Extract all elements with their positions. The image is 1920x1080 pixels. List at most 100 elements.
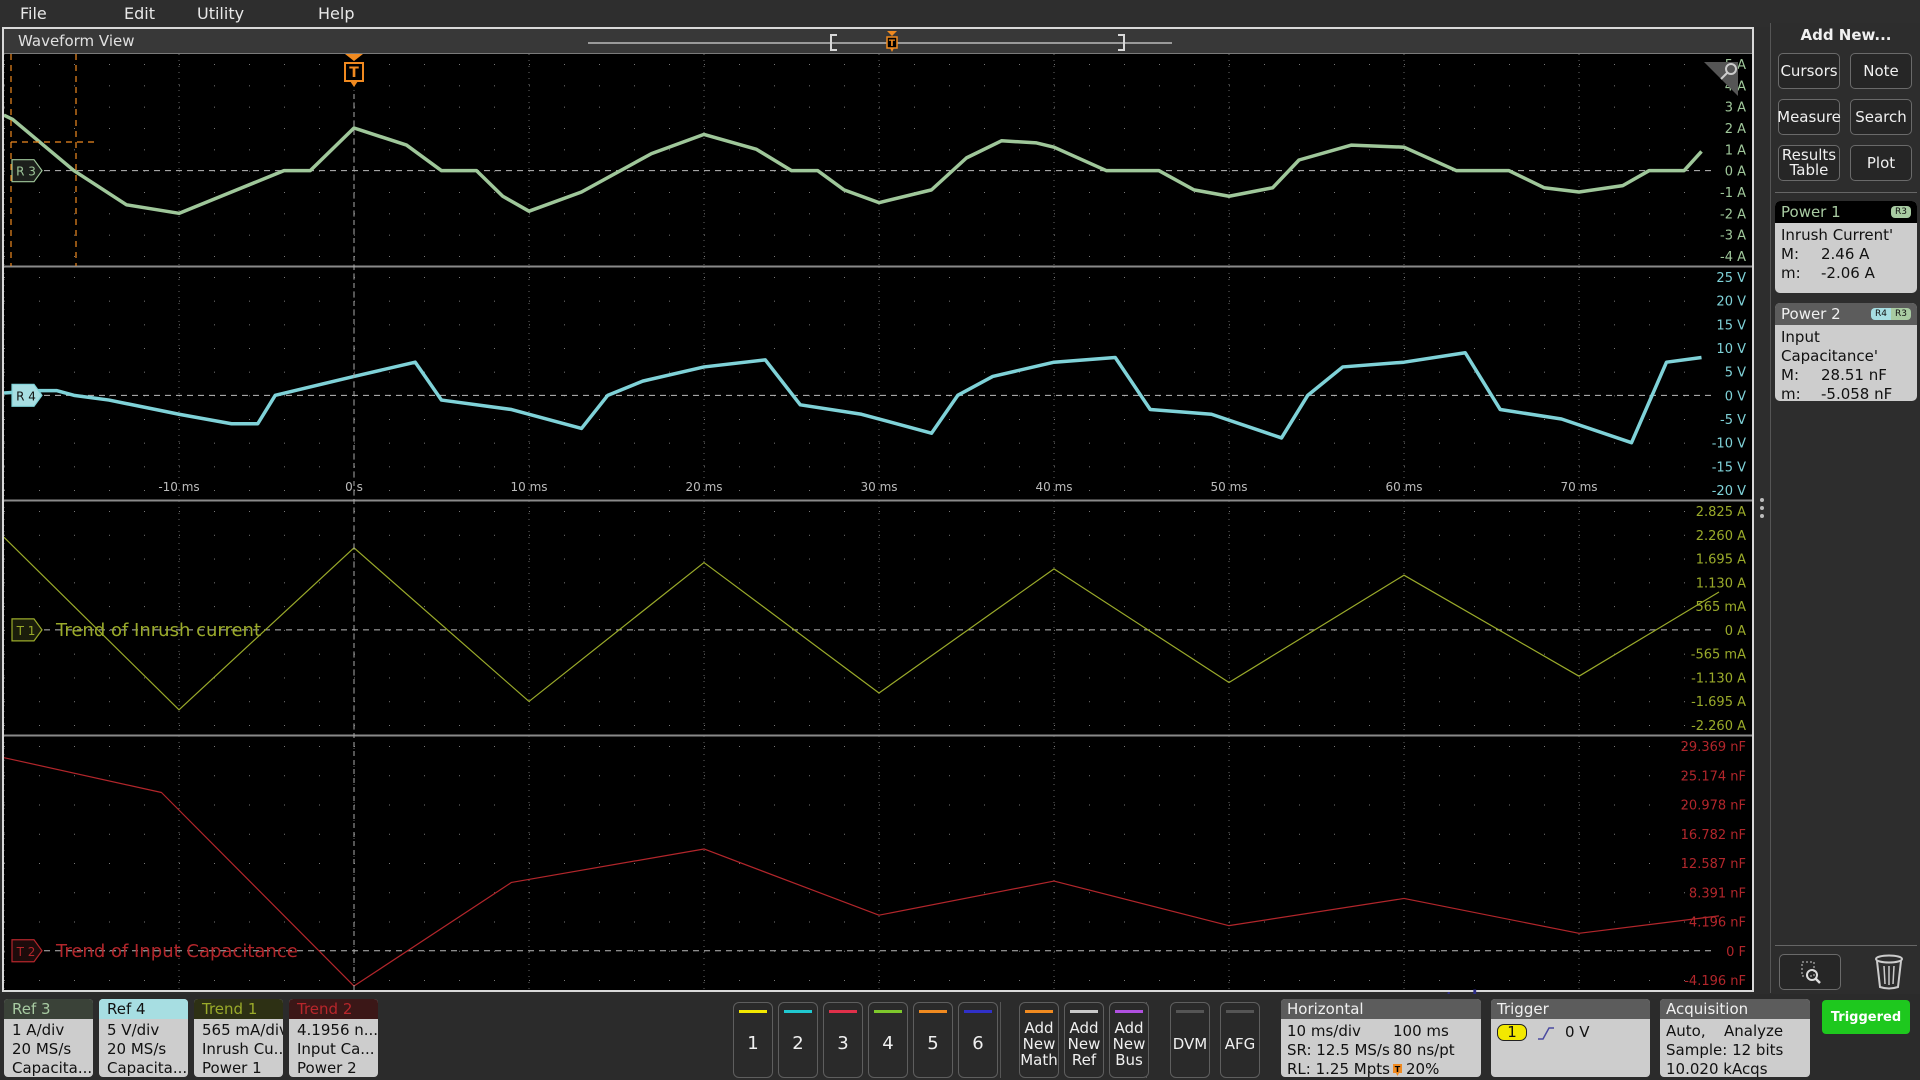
grid-dot bbox=[1299, 442, 1300, 444]
results-table-button[interactable]: Results Table bbox=[1778, 145, 1840, 181]
grid-dot bbox=[1334, 466, 1335, 468]
grid-dot bbox=[214, 64, 215, 65]
grid-dot bbox=[1194, 775, 1195, 777]
grid-dot bbox=[1439, 192, 1440, 193]
grid-dot bbox=[4, 558, 5, 560]
measurement-badge-power-1[interactable]: Power 1 R3 Inrush Current' M: 2.46 A m: -2… bbox=[1775, 201, 1917, 293]
grid-dot bbox=[739, 348, 740, 349]
waveform-view[interactable]: Waveform View T 5 A4 A3 A2 A1 A0 A-1 A-2… bbox=[2, 27, 1754, 1020]
grid-dot bbox=[669, 442, 670, 444]
grid-dot bbox=[1649, 677, 1650, 679]
note-button[interactable]: Note bbox=[1850, 53, 1912, 89]
grid-dot bbox=[984, 582, 985, 584]
menu-help[interactable]: Help bbox=[298, 4, 418, 23]
grid-dot bbox=[564, 582, 565, 584]
grid-dot bbox=[774, 277, 775, 278]
grid-dot bbox=[1264, 442, 1265, 444]
menu-edit[interactable]: Edit bbox=[104, 4, 177, 23]
add-new-ref-button[interactable]: Add New Ref bbox=[1064, 1002, 1104, 1078]
overview-bracket-left[interactable] bbox=[830, 34, 837, 51]
cursors-button[interactable]: Cursors bbox=[1778, 53, 1840, 89]
trigger-badge[interactable]: Trigger 1 0 V bbox=[1491, 999, 1650, 1077]
grid-dot bbox=[1439, 170, 1440, 172]
acquisition-badge[interactable]: Acquisition Auto, Analyze Sample: 12 bits… bbox=[1660, 999, 1810, 1077]
grid-dot bbox=[74, 701, 75, 703]
menu-utility[interactable]: Utility bbox=[177, 4, 298, 23]
grid-dot bbox=[1684, 490, 1685, 491]
grid-dot bbox=[844, 106, 845, 108]
t2-handle[interactable]: T 2 bbox=[11, 939, 43, 963]
grid-dot bbox=[1369, 300, 1370, 302]
grid-dot bbox=[214, 192, 215, 193]
pane-t1[interactable]: 2.825 A2.260 A1.695 A1.130 A565 mA0 A-56… bbox=[4, 499, 1752, 736]
channel-4-button[interactable]: 4 bbox=[868, 1002, 908, 1078]
channel-3-button[interactable]: 3 bbox=[823, 1002, 863, 1078]
add-new-math-button[interactable]: Add New Math bbox=[1019, 1002, 1059, 1078]
grid-dot bbox=[179, 725, 180, 726]
grid-dot bbox=[214, 256, 215, 257]
grid-dot bbox=[494, 128, 495, 129]
ref3-badge[interactable]: Ref 3 1 A/div 20 MS/s Capacita... bbox=[4, 999, 93, 1077]
grid-dot bbox=[389, 775, 390, 777]
grid-dot bbox=[1194, 348, 1195, 349]
pane-t2[interactable]: 29.369 nF25.174 nF20.978 nF16.782 nF12.5… bbox=[4, 734, 1752, 991]
add-new-bus-button[interactable]: Add New Bus bbox=[1109, 1002, 1149, 1078]
overview-bracket-right[interactable] bbox=[1118, 34, 1125, 51]
pane-r4[interactable]: 25 V20 V15 V10 V5 V0 V-5 V-10 V-15 V-20 … bbox=[4, 265, 1752, 501]
grid-dot bbox=[774, 106, 775, 108]
grid-dot bbox=[669, 149, 670, 151]
grid-dot bbox=[634, 804, 635, 806]
grid-dot bbox=[1474, 833, 1475, 835]
ref4-badge[interactable]: Ref 4 5 V/div 20 MS/s Capacita... bbox=[99, 999, 188, 1077]
grid-dot bbox=[1089, 256, 1090, 257]
afg-button[interactable]: AFG bbox=[1220, 1002, 1260, 1078]
trigger-status[interactable]: Triggered bbox=[1822, 1000, 1910, 1034]
pane-zoom-icon[interactable] bbox=[1704, 62, 1738, 96]
delete-button[interactable] bbox=[1873, 953, 1905, 991]
grid-dot bbox=[144, 277, 145, 278]
trace-r4[interactable] bbox=[4, 350, 1702, 445]
channel-6-button[interactable]: 6 bbox=[958, 1002, 998, 1078]
grid-dot bbox=[109, 511, 110, 512]
horizontal-badge[interactable]: Horizontal 10 ms/div 100 ms SR: 12.5 MS/… bbox=[1281, 999, 1481, 1077]
trend1-badge[interactable]: Trend 1 565 mA/div Inrush Cu... Power 1 bbox=[194, 999, 283, 1077]
grid-dot bbox=[1334, 892, 1335, 894]
r4-handle[interactable]: R 4 bbox=[11, 383, 43, 407]
grid-dot bbox=[529, 213, 530, 215]
channel-5-button[interactable]: 5 bbox=[913, 1002, 953, 1078]
plot-button[interactable]: Plot bbox=[1850, 145, 1912, 181]
measurement-badge-power-2[interactable]: Power 2 R4 R3 Input Capacitance' M: 28.51… bbox=[1775, 303, 1917, 401]
grid-dot bbox=[879, 653, 880, 655]
t1-handle[interactable]: T 1 bbox=[11, 618, 43, 642]
grid-dot bbox=[1614, 300, 1615, 302]
pane-r3[interactable]: 5 A4 A3 A2 A1 A0 A-1 A-2 A-3 A-4 AR 3 bbox=[4, 54, 1746, 266]
waveform-panes[interactable]: 5 A4 A3 A2 A1 A0 A-1 A-2 A-3 A-4 AR 325 … bbox=[4, 54, 1752, 990]
grid-dot bbox=[74, 128, 75, 129]
grid-dot bbox=[109, 558, 110, 560]
grid-dot bbox=[1159, 606, 1160, 608]
measure-button[interactable]: Measure bbox=[1777, 99, 1841, 135]
menu-file[interactable]: File bbox=[0, 4, 104, 23]
grid-dot bbox=[1404, 442, 1405, 444]
grid-dot bbox=[1019, 921, 1020, 923]
trace-r3[interactable] bbox=[4, 113, 1703, 216]
r3-handle[interactable]: R 3 bbox=[11, 159, 43, 183]
trace-t1[interactable] bbox=[4, 536, 1720, 711]
dvm-button[interactable]: DVM bbox=[1170, 1002, 1210, 1078]
grid-dot bbox=[634, 653, 635, 655]
grid-dot bbox=[214, 277, 215, 278]
panel-resize-handle[interactable] bbox=[1759, 497, 1765, 519]
grid-dot bbox=[1544, 256, 1545, 257]
grid-dot bbox=[319, 534, 320, 536]
trend2-badge[interactable]: Trend 2 4.1956 n... Input Ca... Power 2 bbox=[289, 999, 378, 1077]
grid-dot bbox=[844, 775, 845, 777]
source-tag-r3: R3 bbox=[1891, 308, 1911, 320]
channel-2-button[interactable]: 2 bbox=[778, 1002, 818, 1078]
search-button[interactable]: Search bbox=[1850, 99, 1912, 135]
zoom-button[interactable] bbox=[1779, 954, 1841, 990]
channel-1-button[interactable]: 1 bbox=[733, 1002, 773, 1078]
divider bbox=[1775, 192, 1917, 193]
trigger-marker[interactable]: T bbox=[344, 54, 364, 87]
record-overview-bar[interactable] bbox=[588, 42, 1172, 44]
grid-dot bbox=[1299, 558, 1300, 560]
